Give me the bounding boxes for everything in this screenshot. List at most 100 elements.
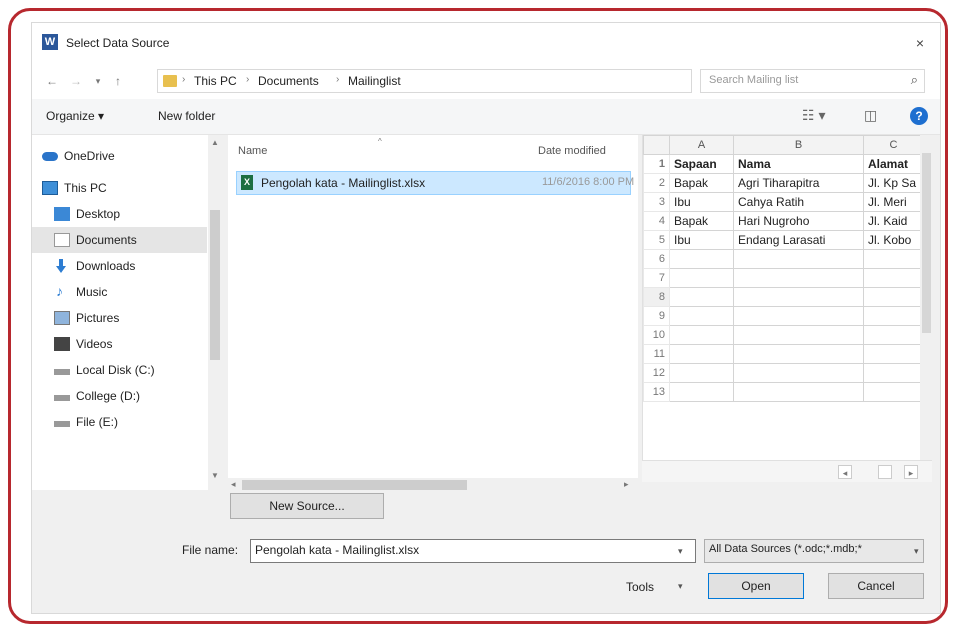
sidebar-item-file-e[interactable]: File (E:) <box>32 409 207 435</box>
recent-locations-button[interactable]: ▾ <box>90 71 106 91</box>
file-name: Pengolah kata - Mailinglist.xlsx <box>261 176 426 190</box>
address-row: ← → ▾ ↑ › This PC › Documents › Mailingl… <box>32 63 940 99</box>
breadcrumb-mailinglist[interactable]: Mailinglist <box>348 74 401 88</box>
preview-cell: Bapak <box>669 173 734 193</box>
tools-button[interactable]: Tools <box>626 580 654 594</box>
close-button[interactable]: × <box>908 31 932 55</box>
sidebar-item-college-d[interactable]: College (D:) <box>32 383 207 409</box>
sheet-prev-icon[interactable]: ◂ <box>838 465 852 479</box>
preview-cell: Jl. Kp Sa <box>863 173 924 193</box>
sidebar-item-desktop[interactable]: Desktop <box>32 201 207 227</box>
help-icon[interactable]: ? <box>910 107 928 125</box>
sheet-navigation-bar: ◂ ▸ <box>642 460 932 482</box>
corner-cell <box>643 135 670 155</box>
sheet-next-icon[interactable]: ▸ <box>904 465 918 479</box>
file-type-dropdown-icon[interactable]: ▾ <box>914 546 919 557</box>
file-name-label: File name: <box>182 543 239 557</box>
preview-row: 1 Sapaan Nama Alamat <box>643 154 924 174</box>
spreadsheet-preview: A B C 1 Sapaan Nama Alamat 2 Bapak Agri Tihara… <box>642 135 932 480</box>
preview-cell <box>863 306 924 326</box>
drive-icon <box>54 369 70 375</box>
row-number: 9 <box>643 306 670 326</box>
file-list-horizontal-scrollbar[interactable]: ◂ ▸ <box>228 478 638 492</box>
file-name-dropdown-icon[interactable]: ▾ <box>678 546 683 557</box>
file-name-field[interactable]: Pengolah kata - Mailinglist.xlsx <box>250 539 696 563</box>
preview-cell <box>863 325 924 345</box>
row-number: 2 <box>643 173 670 193</box>
command-bar: Organize ▾ New folder ☷ ▾ ◫ ? <box>32 99 940 135</box>
preview-row: 12 <box>643 363 924 383</box>
back-button[interactable]: ← <box>44 71 60 91</box>
row-number: 8 <box>643 287 670 307</box>
scroll-up-icon[interactable]: ▲ <box>211 138 219 147</box>
scroll-right-icon[interactable]: ▸ <box>624 479 629 490</box>
preview-cell <box>669 382 734 402</box>
column-header-c: C <box>863 135 924 155</box>
preview-cell <box>669 363 734 383</box>
column-header-date-modified[interactable]: Date modified <box>538 145 606 157</box>
tools-dropdown-icon[interactable]: ▾ <box>678 581 683 592</box>
forward-button[interactable]: → <box>68 71 84 91</box>
search-icon: ⌕ <box>910 72 918 87</box>
vertical-scroll-thumb[interactable] <box>922 153 931 333</box>
dialog-title: Select Data Source <box>66 36 170 50</box>
sidebar-item-this-pc[interactable]: This PC <box>32 175 207 201</box>
breadcrumb-separator: › <box>246 74 250 85</box>
preview-cell <box>733 344 864 364</box>
nav-scroll-thumb[interactable] <box>210 210 220 360</box>
preview-cell <box>733 382 864 402</box>
preview-row: 3 Ibu Cahya Ratih Jl. Meri <box>643 192 924 212</box>
open-button[interactable]: Open <box>708 573 804 599</box>
sidebar-item-downloads[interactable]: Downloads <box>32 253 207 279</box>
preview-vertical-scrollbar[interactable] <box>920 135 933 465</box>
breadcrumb-documents[interactable]: Documents <box>258 74 319 88</box>
preview-cell <box>669 287 734 307</box>
file-type-select[interactable]: All Data Sources (*.odc;*.mdb;* <box>704 539 924 563</box>
sidebar-item-videos[interactable]: Videos <box>32 331 207 357</box>
sidebar-item-documents[interactable]: Documents <box>32 227 207 253</box>
row-number: 10 <box>643 325 670 345</box>
preview-cell: Alamat <box>863 154 924 174</box>
row-number: 11 <box>643 344 670 364</box>
pictures-icon <box>54 311 70 325</box>
breadcrumb-this-pc[interactable]: This PC <box>194 74 237 88</box>
scroll-down-icon[interactable]: ▼ <box>211 471 219 480</box>
preview-cell: Jl. Kobo <box>863 230 924 250</box>
sidebar-item-onedrive[interactable]: OneDrive <box>32 143 207 169</box>
row-number: 4 <box>643 211 670 231</box>
preview-pane-icon[interactable]: ◫ <box>864 107 877 124</box>
sidebar-item-label: This PC <box>64 181 107 195</box>
preview-row: 2 Bapak Agri Tiharapitra Jl. Kp Sa <box>643 173 924 193</box>
nav-scrollbar[interactable]: ▲ ▼ <box>208 135 222 490</box>
organize-button[interactable]: Organize ▾ <box>46 109 104 123</box>
preview-cell: Ibu <box>669 192 734 212</box>
sort-caret-icon: ^ <box>378 137 382 146</box>
cancel-button[interactable]: Cancel <box>828 573 924 599</box>
preview-cell <box>733 325 864 345</box>
up-button[interactable]: ↑ <box>110 71 126 91</box>
address-bar[interactable]: › This PC › Documents › Mailinglist ⌄ ↻ <box>157 69 804 93</box>
drive-icon <box>54 395 70 401</box>
computer-icon <box>42 181 58 195</box>
preview-column-header-row: A B C <box>643 135 924 155</box>
sidebar-item-label: OneDrive <box>64 149 115 163</box>
file-row[interactable]: X Pengolah kata - Mailinglist.xlsx 11/6/… <box>236 171 634 195</box>
row-number: 7 <box>643 268 670 288</box>
scroll-left-icon[interactable]: ◂ <box>231 479 236 490</box>
new-folder-button[interactable]: New folder <box>158 109 215 123</box>
preview-cell <box>669 249 734 269</box>
preview-cell <box>669 306 734 326</box>
preview-cell: Jl. Meri <box>863 192 924 212</box>
sheet-tab-selector[interactable] <box>878 465 892 479</box>
search-input[interactable]: Search Mailing list ⌕ <box>700 69 925 93</box>
sidebar-item-music[interactable]: ♪ Music <box>32 279 207 305</box>
change-view-icon[interactable]: ☷ ▾ <box>802 107 825 124</box>
preview-cell: Sapaan <box>669 154 734 174</box>
new-source-button[interactable]: New Source... <box>230 493 384 519</box>
horizontal-scroll-thumb[interactable] <box>242 480 467 490</box>
preview-cell: Jl. Kaid <box>863 211 924 231</box>
sidebar-item-local-disk-c[interactable]: Local Disk (C:) <box>32 357 207 383</box>
preview-cell: Cahya Ratih <box>733 192 864 212</box>
column-header-name[interactable]: Name <box>238 145 267 157</box>
sidebar-item-pictures[interactable]: Pictures <box>32 305 207 331</box>
